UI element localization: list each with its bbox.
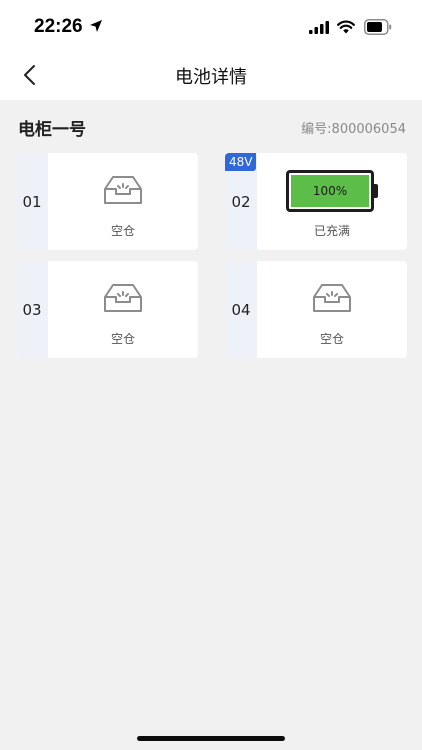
battery-icon: 100% xyxy=(286,170,378,212)
wifi-icon xyxy=(337,20,355,34)
battery-charge-label: 100% xyxy=(312,184,348,198)
slot-status: 已充满 xyxy=(313,224,350,238)
battery-terminal xyxy=(374,184,378,198)
slot-number: 04 xyxy=(225,261,257,358)
voltage-badge: 48V xyxy=(225,153,257,171)
status-bar: 22:26 xyxy=(0,0,422,50)
status-time: 22:26 xyxy=(34,16,83,37)
cabinet-serial-number: 编号:800006054 xyxy=(301,122,406,137)
slot-card-04[interactable]: 04 空仓 xyxy=(225,261,407,358)
home-indicator[interactable] xyxy=(137,736,285,741)
empty-tray-icon xyxy=(104,284,142,312)
page-title: 电池详情 xyxy=(175,67,247,88)
nav-bar: 电池详情 xyxy=(0,50,422,100)
empty-tray-icon xyxy=(104,176,142,204)
slot-status: 空仓 xyxy=(110,224,135,238)
slot-card-02[interactable]: 48V 02 100% 已充满 xyxy=(225,153,407,250)
cellular-signal-icon xyxy=(309,21,329,34)
slot-number: 01 xyxy=(16,153,48,250)
slot-number: 03 xyxy=(16,261,48,358)
slot-card-01[interactable]: 01 空仓 xyxy=(16,153,198,250)
slot-card-03[interactable]: 03 空仓 xyxy=(16,261,198,358)
battery-charge-fill: 100% xyxy=(291,175,369,207)
slot-status: 空仓 xyxy=(319,332,344,346)
slot-status: 空仓 xyxy=(110,332,135,346)
battery-icon xyxy=(364,19,392,35)
cabinet-name: 电柜一号 xyxy=(18,120,86,140)
empty-tray-icon xyxy=(313,284,351,312)
location-arrow-icon xyxy=(90,20,102,32)
